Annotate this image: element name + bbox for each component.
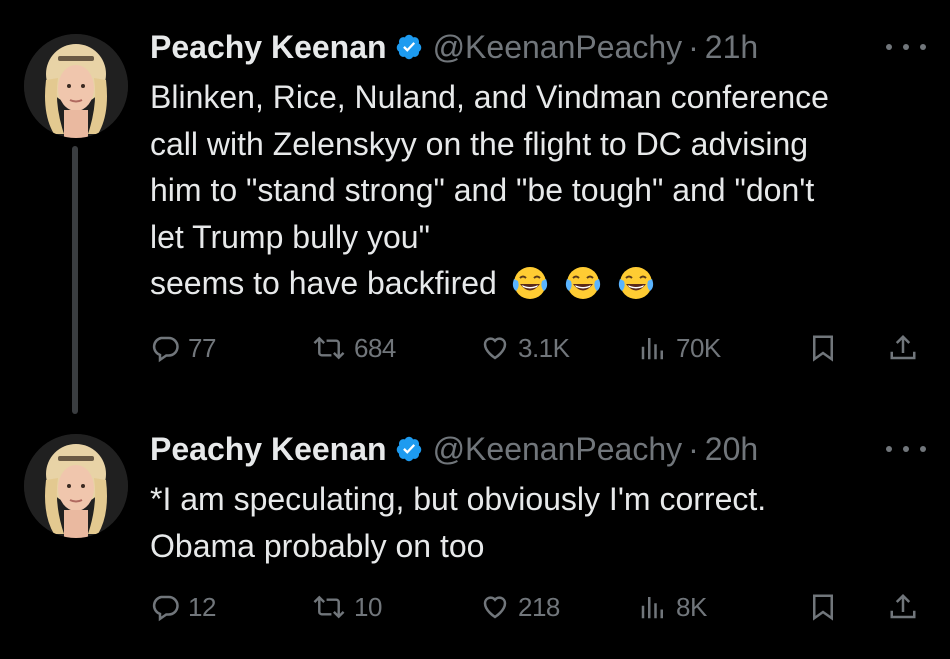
tweet-text-line: call with Zelenskyy on the flight to DC … — [150, 125, 809, 162]
author-name[interactable]: Peachy Keenan — [150, 429, 387, 469]
bar-chart-icon — [638, 333, 668, 363]
tweet-text: Blinken, Rice, Nuland, and Vindman confe… — [150, 74, 935, 314]
like-count: 218 — [518, 591, 560, 622]
laughing-crying-emoji-icon — [616, 265, 656, 314]
share-upload-icon — [888, 333, 918, 363]
like-button[interactable]: 3.1K — [480, 328, 570, 368]
bar-chart-icon — [638, 592, 668, 622]
tweet-text-last-line: seems to have backfired — [150, 260, 935, 314]
retweet-button[interactable]: 10 — [312, 587, 382, 627]
laughing-crying-emoji-icon — [510, 265, 550, 314]
tweet-text-line: let Trump bully you" — [150, 218, 430, 255]
share-button[interactable] — [888, 587, 918, 627]
reply-bubble-icon — [150, 592, 180, 622]
tweet[interactable]: Peachy Keenan @KeenanPeachy · 21h Blinke… — [0, 0, 950, 414]
tweet-text-line: him to "stand strong" and "be tough" and… — [150, 172, 815, 208]
bookmark-icon — [808, 592, 838, 622]
separator-dot: · — [688, 29, 699, 65]
reply-button[interactable]: 77 — [150, 328, 216, 368]
retweet-button[interactable]: 684 — [312, 328, 396, 368]
views-button[interactable]: 8K — [638, 587, 707, 627]
reply-count: 12 — [188, 591, 216, 622]
heart-icon — [480, 333, 510, 363]
tweet-text-line: *I am speculating, but obviously I'm cor… — [150, 481, 767, 517]
laughing-crying-emoji-icon — [563, 265, 603, 314]
tweet-text-line: Blinken, Rice, Nuland, and Vindman confe… — [150, 79, 829, 115]
avatar[interactable] — [24, 434, 128, 538]
views-button[interactable]: 70K — [638, 328, 721, 368]
bookmark-button[interactable] — [808, 328, 838, 368]
author-handle[interactable]: @KeenanPeachy — [433, 27, 683, 67]
reply-button[interactable]: 12 — [150, 587, 216, 627]
verified-badge-icon — [395, 33, 423, 61]
reply-bubble-icon — [150, 333, 180, 363]
author-name[interactable]: Peachy Keenan — [150, 27, 387, 67]
retweet-count: 684 — [354, 332, 396, 363]
tweet-actions: 12 10 218 8K — [150, 587, 930, 627]
tweet[interactable]: Peachy Keenan @KeenanPeachy · 20h *I am … — [0, 410, 950, 659]
view-count: 8K — [676, 591, 707, 622]
like-button[interactable]: 218 — [480, 587, 560, 627]
more-horizontal-icon[interactable] — [886, 442, 926, 456]
tweet-text: *I am speculating, but obviously I'm cor… — [150, 476, 935, 569]
more-horizontal-icon[interactable] — [886, 40, 926, 54]
bookmark-icon — [808, 333, 838, 363]
tweet-actions: 77 684 3.1K 70K — [150, 328, 930, 368]
separator-dot: · — [688, 431, 699, 467]
retweet-arrows-icon — [312, 333, 346, 363]
share-button[interactable] — [888, 328, 918, 368]
reply-count: 77 — [188, 332, 216, 363]
retweet-count: 10 — [354, 591, 382, 622]
view-count: 70K — [676, 332, 721, 363]
tweet-header: Peachy Keenan @KeenanPeachy · 20h — [150, 429, 758, 469]
retweet-arrows-icon — [312, 592, 346, 622]
tweet-text-line: seems to have backfired — [150, 265, 497, 301]
bookmark-button[interactable] — [808, 587, 838, 627]
avatar[interactable] — [24, 34, 128, 138]
verified-badge-icon — [395, 435, 423, 463]
timestamp[interactable]: 20h — [705, 429, 758, 469]
author-handle[interactable]: @KeenanPeachy — [433, 429, 683, 469]
share-upload-icon — [888, 592, 918, 622]
heart-icon — [480, 592, 510, 622]
thread-connector-line — [72, 146, 78, 414]
like-count: 3.1K — [518, 332, 570, 363]
tweet-text-line: Obama probably on too — [150, 527, 485, 564]
tweet-header: Peachy Keenan @KeenanPeachy · 21h — [150, 27, 758, 67]
timestamp[interactable]: 21h — [705, 27, 758, 67]
